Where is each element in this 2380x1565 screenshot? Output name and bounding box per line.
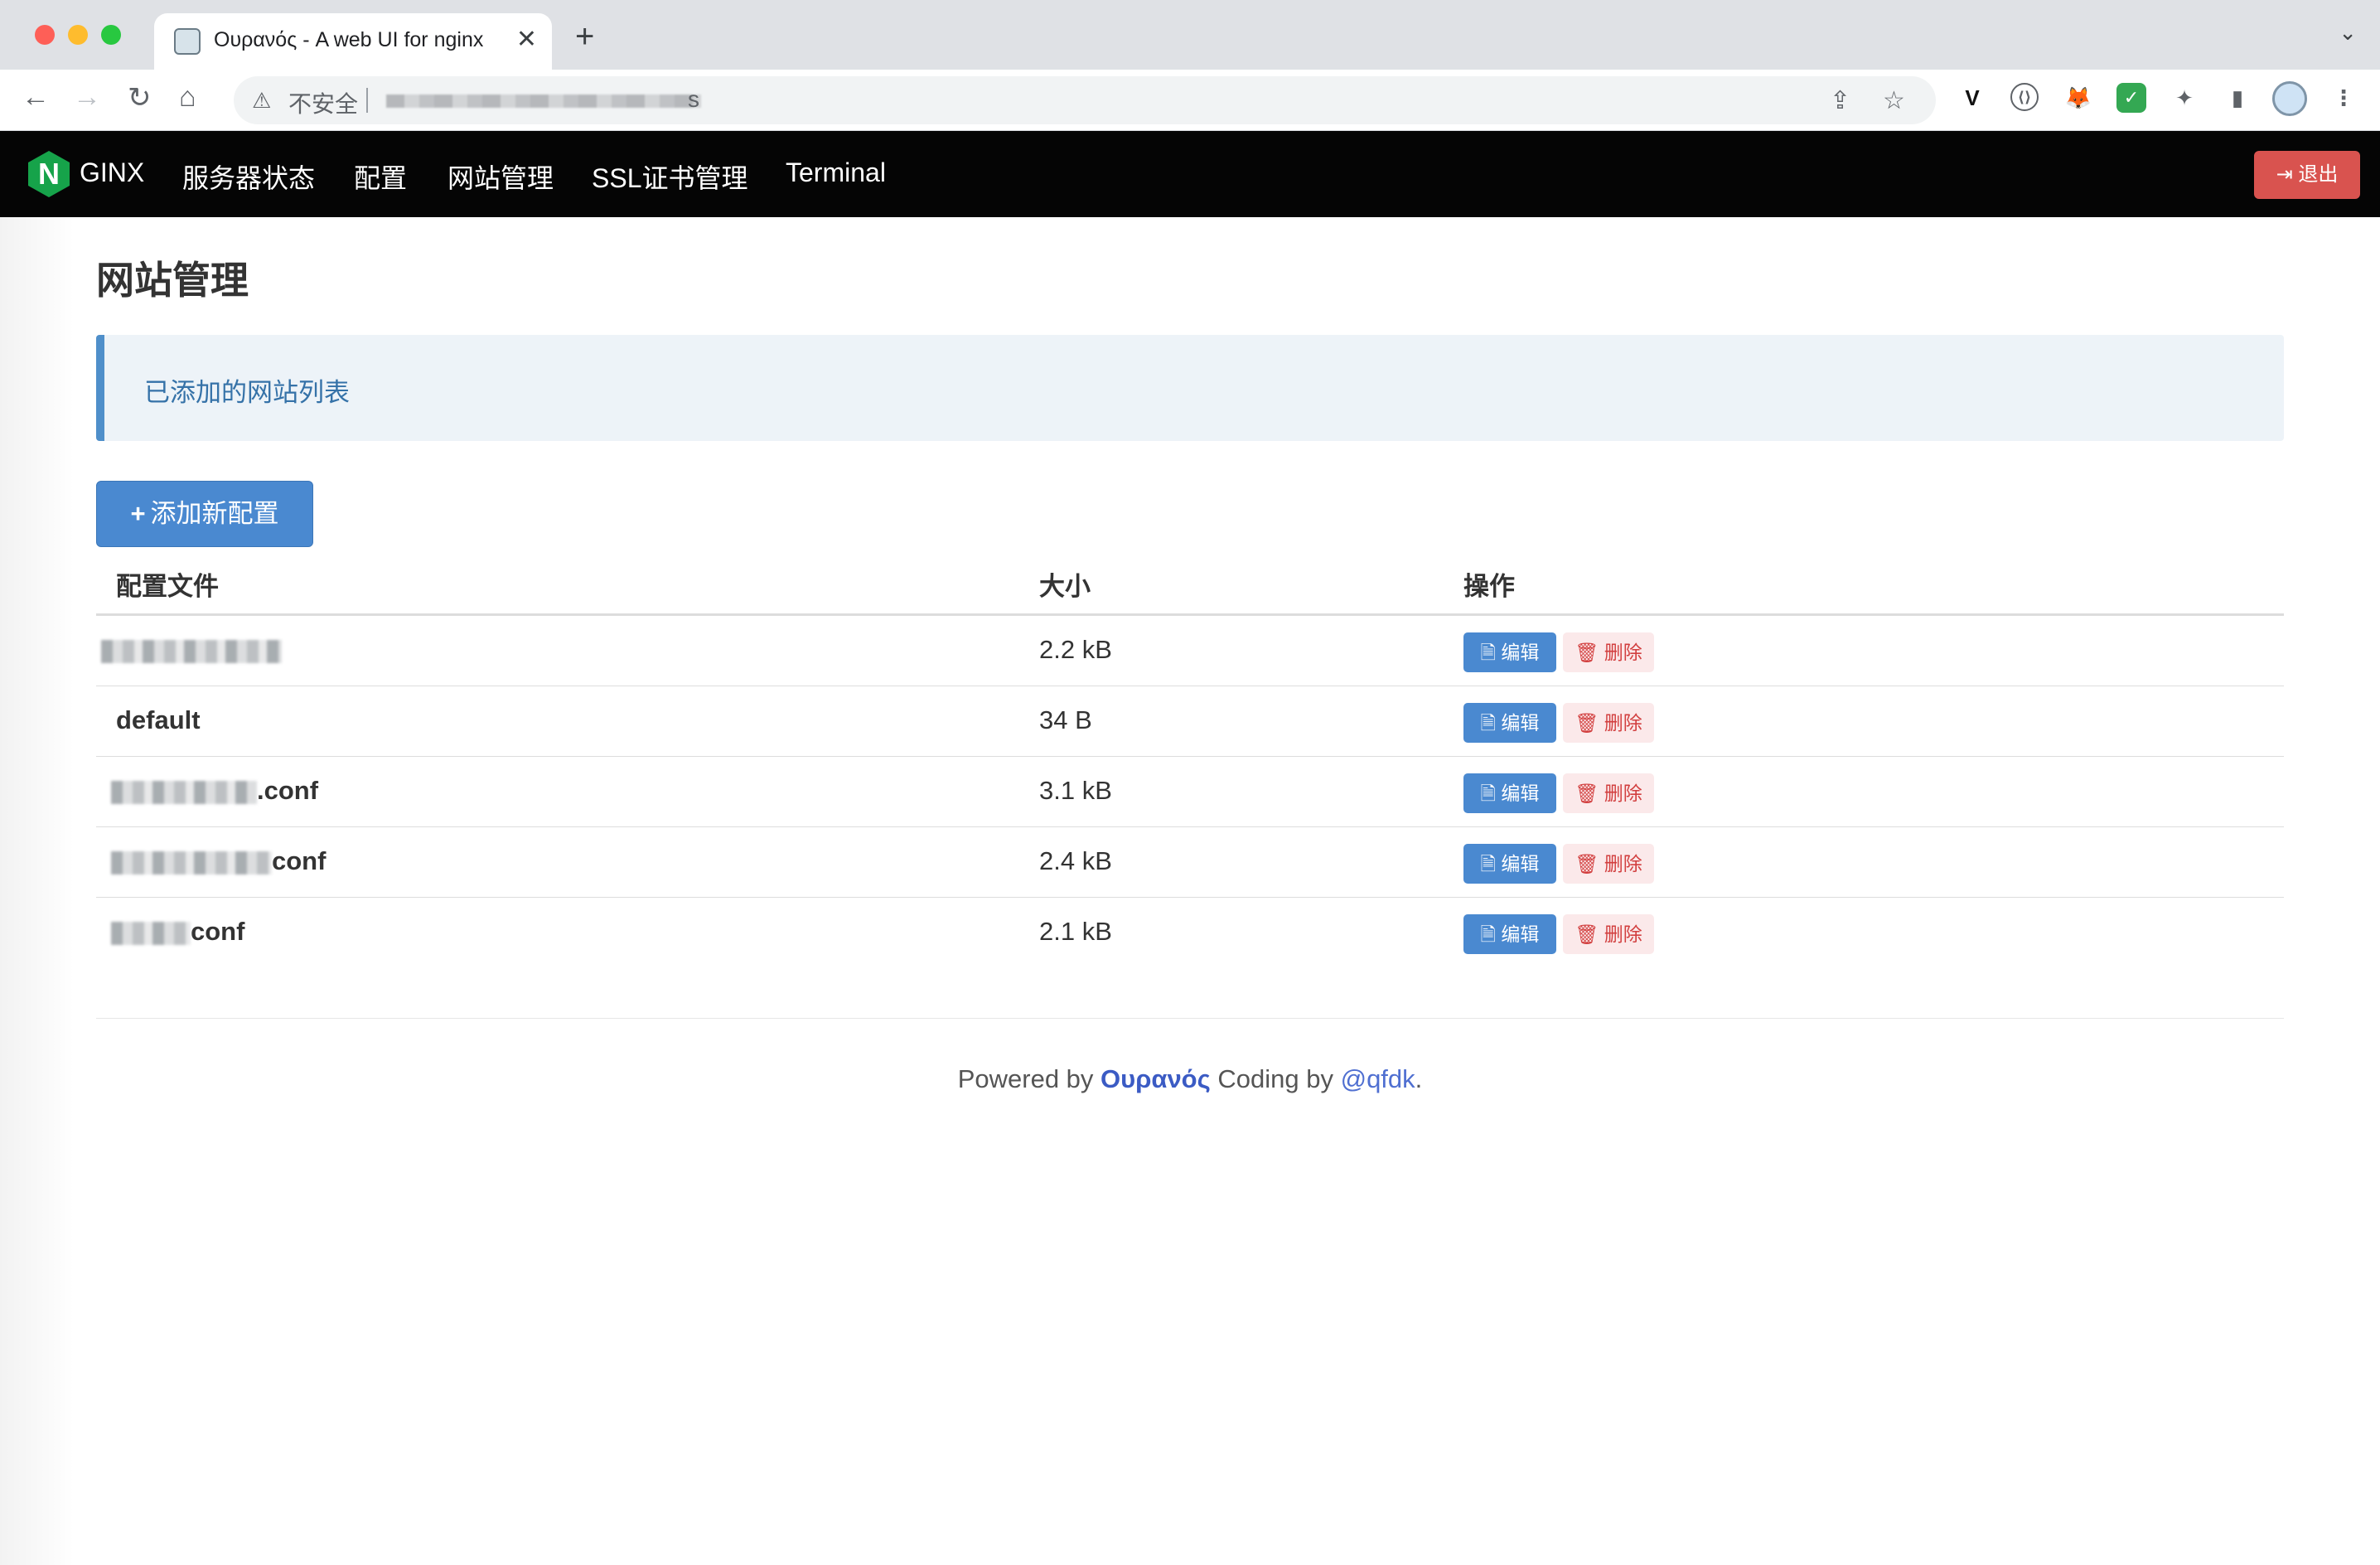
table-row-filename: conf [111,917,244,947]
home-icon[interactable]: ⌂ [179,81,196,114]
footer-middle: Coding by [1217,1064,1333,1093]
browser-tab-active[interactable]: Ουρανός - A web UI for nginx ✕ [154,13,552,70]
brand-text[interactable]: GINX [80,157,144,188]
table-row-size: 2.4 kB [1039,846,1112,875]
window-minimize-button[interactable] [68,25,88,45]
table-row-size: 2.1 kB [1039,917,1112,946]
app-navbar: N GINX 服务器状态 配置 网站管理 SSL证书管理 Terminal ⇥ … [0,131,2380,217]
column-header-actions: 操作 [1463,572,1515,601]
close-icon[interactable]: ✕ [516,25,537,54]
edit-button[interactable]: 🗎 编辑 [1463,703,1556,743]
edit-button[interactable]: 🗎 编辑 [1463,914,1556,954]
column-header-size: 大小 [1039,572,1091,601]
shield-extension-icon[interactable]: ✓ [2116,83,2146,113]
table-row-filename: default [116,705,201,734]
tab-title: Ουρανός - A web UI for nginx [214,28,484,51]
footer: Powered by Ουρανός Coding by @qfdk. [0,1064,2380,1094]
delete-button[interactable]: 🗑 删除 [1563,773,1654,813]
window-zoom-button[interactable] [101,25,121,45]
reload-icon[interactable]: ↻ [128,81,152,114]
omnibox-divider [366,88,368,113]
edit-button[interactable]: 🗎 编辑 [1463,632,1556,672]
page-title: 网站管理 [96,259,249,302]
share-icon[interactable]: ⇪ [1830,86,1850,115]
edit-button[interactable]: 🗎 编辑 [1463,844,1556,884]
address-bar[interactable]: ⚠ 不安全 s ⇪ ☆ [234,76,1936,124]
info-callout-text: 已添加的网站列表 [144,378,350,407]
forward-icon[interactable]: → [73,81,101,114]
nav-site-management[interactable]: 网站管理 [447,157,554,196]
table-row-filename: .conf [111,776,318,806]
window-close-button[interactable] [35,25,55,45]
table-row-size: 34 B [1039,705,1092,734]
info-callout: 已添加的网站列表 [96,335,2284,441]
back-icon[interactable]: ← [22,81,50,114]
puzzle-extensions-icon[interactable]: ✦ [2170,83,2199,113]
redacted-url [386,94,701,108]
delete-button[interactable]: 🗑 删除 [1563,844,1654,884]
footer-suffix: . [1415,1064,1423,1093]
nav-server-status[interactable]: 服务器状态 [182,157,315,196]
tab-search-icon[interactable]: ⌄ [2339,20,2357,46]
delete-button[interactable]: 🗑 删除 [1563,632,1654,672]
delete-button[interactable]: 🗑 删除 [1563,914,1654,954]
footer-prefix: Powered by [957,1064,1094,1093]
browser-tab-bar: Ουρανός - A web UI for nginx ✕ + ⌄ [0,0,2380,70]
kebab-menu-icon[interactable]: ⋮ [2329,83,2358,113]
table-header-divider [96,613,2284,616]
new-tab-button[interactable]: + [575,18,594,56]
warning-icon: ⚠ [252,88,272,113]
nav-ssl-management[interactable]: SSL证书管理 [592,157,748,196]
favicon-icon [174,28,201,55]
insecure-label: 不安全 [288,91,359,117]
url-tail: s [688,86,699,112]
side-panel-icon[interactable]: ▮ [2223,83,2252,113]
footer-divider [96,1018,2284,1019]
table-row-divider [96,756,2284,757]
table-row-divider [96,897,2284,898]
table-row-filename: conf [111,846,326,876]
add-config-label: 添加新配置 [150,499,279,528]
nginx-logo-icon[interactable]: N [28,151,70,197]
vimium-extension-icon[interactable]: V [1957,83,1987,113]
metamask-fox-icon[interactable]: 🦊 [2063,83,2093,113]
footer-brand-link[interactable]: Ουρανός [1101,1064,1211,1093]
table-row-filename [101,635,282,665]
column-header-config-file: 配置文件 [116,572,219,601]
plus-icon: + [130,499,146,528]
table-row-size: 3.1 kB [1039,776,1112,805]
table-row-size: 2.2 kB [1039,635,1112,664]
nav-terminal[interactable]: Terminal [786,157,886,188]
delete-button[interactable]: 🗑 删除 [1563,703,1654,743]
code-extension-icon[interactable]: ⟨⟩ [2010,83,2039,111]
table-row-divider [96,826,2284,827]
nav-config[interactable]: 配置 [354,157,407,196]
browser-toolbar: ← → ↻ ⌂ ⚠ 不安全 s ⇪ ☆ V ⟨⟩ 🦊 ✓ ✦ ▮ ⋮ [0,70,2380,131]
add-config-button[interactable]: + 添加新配置 [96,481,313,547]
profile-avatar[interactable] [2272,81,2307,116]
footer-author-link[interactable]: @qfdk [1341,1064,1415,1093]
page-edge-shadow [0,217,75,1565]
edit-button[interactable]: 🗎 编辑 [1463,773,1556,813]
bookmark-star-icon[interactable]: ☆ [1883,86,1905,115]
logout-button[interactable]: ⇥ 退出 [2254,151,2360,199]
